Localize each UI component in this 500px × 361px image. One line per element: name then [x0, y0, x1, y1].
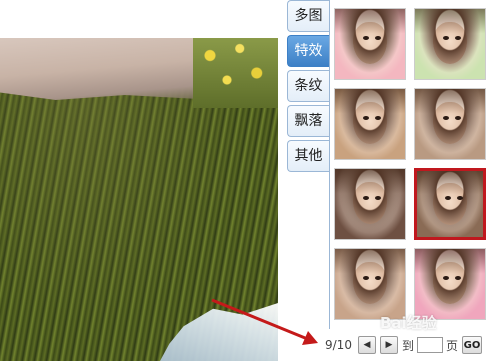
annotation-arrow: [211, 298, 318, 345]
arrow-line: [211, 298, 311, 342]
